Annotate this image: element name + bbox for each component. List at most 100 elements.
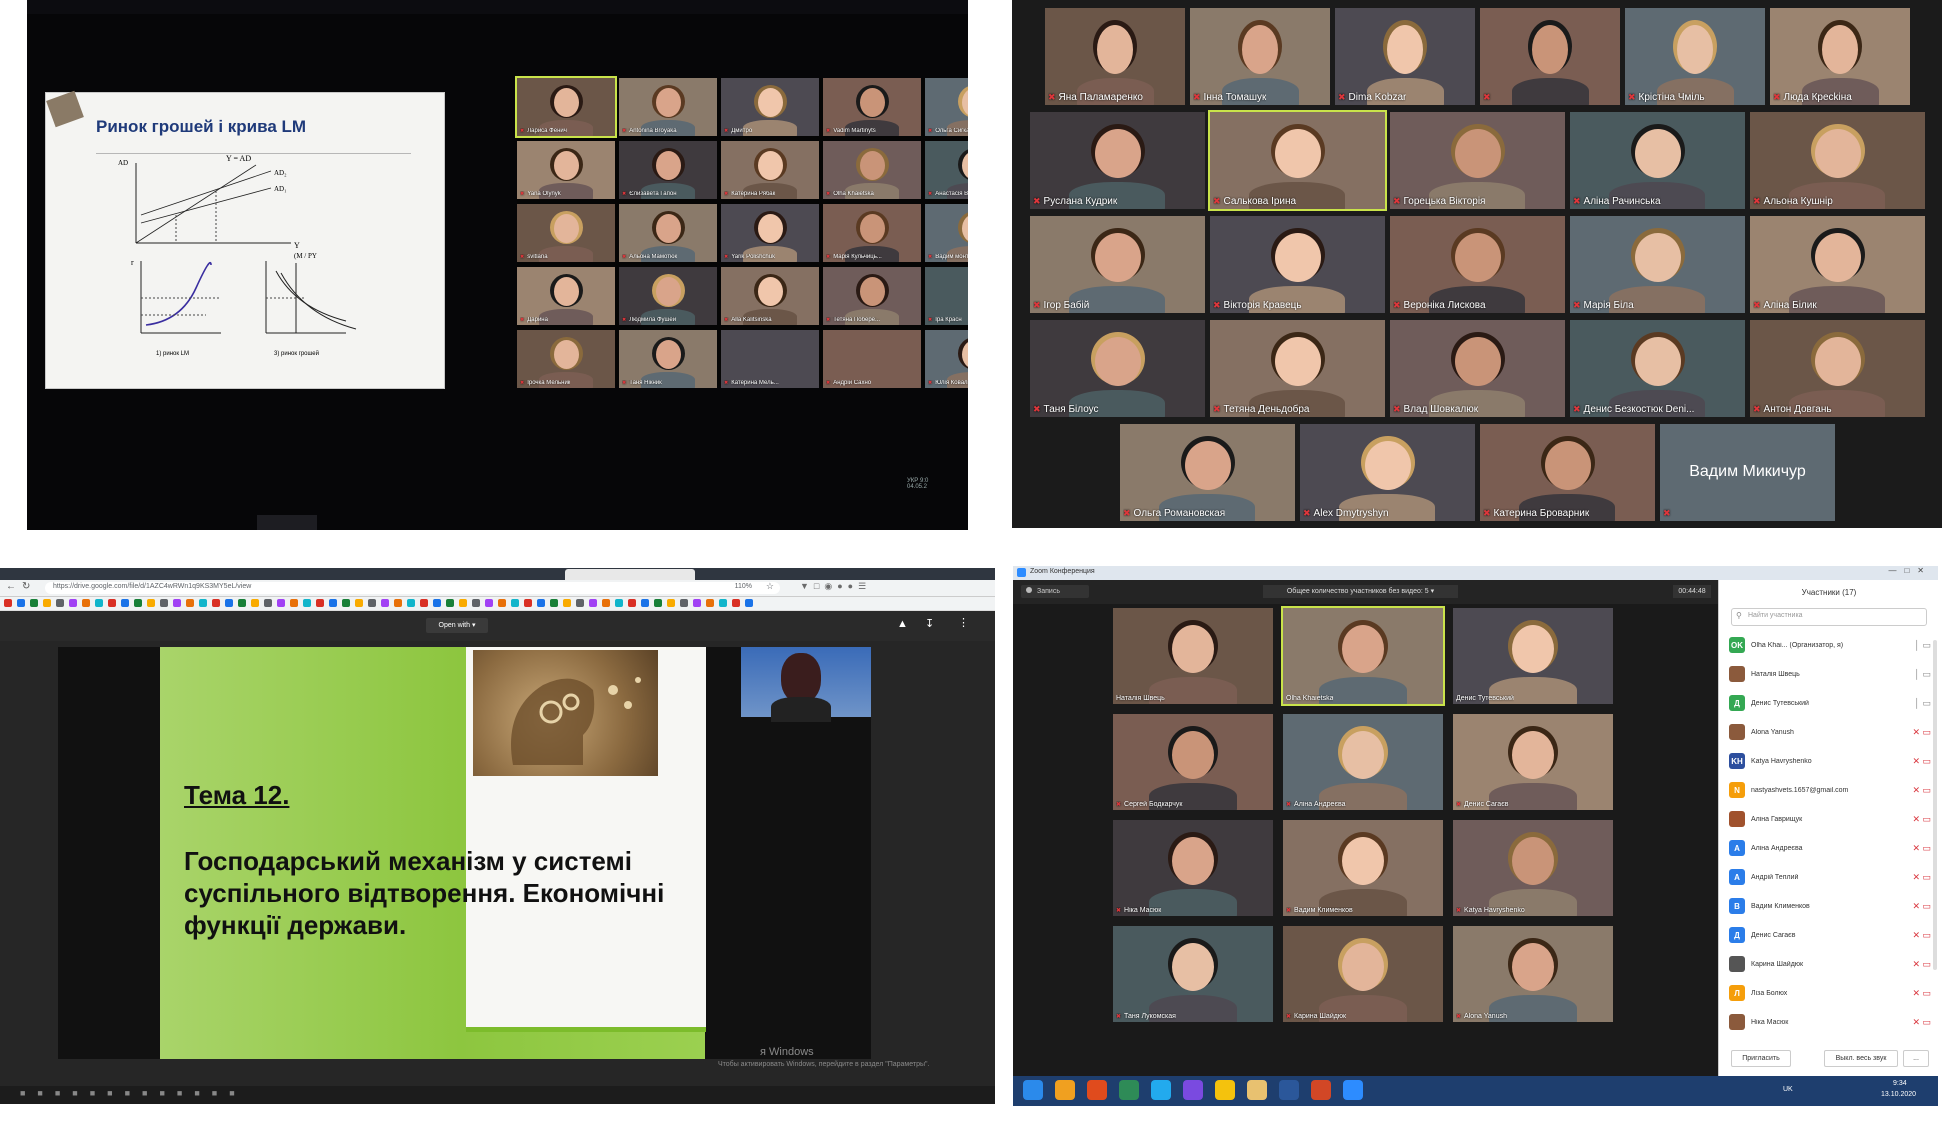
taskbar-app-icon[interactable] [1119,1080,1139,1100]
participant-mic-camera-icons[interactable]: ✕ ▭ [1912,785,1931,796]
participant-mic-camera-icons[interactable]: ✕ ▭ [1912,1017,1931,1028]
participant-mic-camera-icons[interactable]: ✕ ▭ [1912,756,1931,767]
bookmark-favicon-icon[interactable] [498,599,506,607]
bookmark-favicon-icon[interactable] [589,599,597,607]
taskbar-icons[interactable]: ■■■■■■■■■■■■■ [20,1088,247,1098]
bookmark-favicon-icon[interactable] [511,599,519,607]
bookmark-favicon-icon[interactable] [654,599,662,607]
participant-mic-camera-icons[interactable]: ✕ ▭ [1912,843,1931,854]
participant-tile[interactable]: ✖ Катерина Мель... [721,330,819,388]
participant-list-item[interactable]: Л Ліза Болюх ✕ ▭ [1729,982,1931,1004]
participant-mic-camera-icons[interactable]: ✕ ▭ [1912,988,1931,999]
bookmark-favicon-icon[interactable] [238,599,246,607]
bookmark-favicon-icon[interactable] [186,599,194,607]
bookmark-favicon-icon[interactable] [134,599,142,607]
participant-tile[interactable]: ✖ Люда Кресkіна [1770,8,1910,105]
participant-tile[interactable]: Вадим Микичур ✖ [1660,424,1835,521]
participant-list-item[interactable]: KH Katya Havryshenko ✕ ▭ [1729,750,1931,772]
participant-tile[interactable]: ✖Вадим монтора... [925,204,968,262]
taskbar-app-icon[interactable] [1151,1080,1171,1100]
participant-tile[interactable]: ✖ Влад Шовкалюк [1390,320,1565,417]
participant-tile[interactable]: ✖ Катерина Броварник [1480,424,1655,521]
bookmark-favicon-icon[interactable] [17,599,25,607]
bookmark-favicon-icon[interactable] [745,599,753,607]
participant-tile[interactable]: ✖ Лариса Фенич [515,76,617,138]
record-button[interactable]: Запись [1021,585,1089,598]
participant-tile[interactable]: ✖ Салькова Ірина [1208,110,1387,211]
bookmark-favicon-icon[interactable] [173,599,181,607]
bookmark-favicon-icon[interactable] [147,599,155,607]
participant-list-item[interactable]: Alona Yanush ✕ ▭ [1729,721,1931,743]
participant-tile[interactable]: ✖ Дмитро [721,78,819,136]
bookmark-favicon-icon[interactable] [381,599,389,607]
participant-list-item[interactable]: A Андрій Теплий ✕ ▭ [1729,866,1931,888]
participant-tile[interactable]: Olha Khaietska [1281,606,1445,706]
participant-tile[interactable]: ✖ Alex Dmytryshyn [1300,424,1475,521]
participant-tile[interactable]: Денис Тутевський [1453,608,1613,704]
more-vert-icon[interactable]: ⋮ [958,616,969,629]
open-with-button[interactable]: Open with ▾ [426,618,488,633]
bookmark-favicon-icon[interactable] [251,599,259,607]
participant-tile[interactable]: ✖ Аліна Рачинська [1570,112,1745,209]
participant-tile[interactable]: ✖ Андрій Сахно [823,330,921,388]
participant-tile[interactable]: Наталія Швець [1113,608,1273,704]
participant-tile[interactable]: ✖ Ольга Романовская [1120,424,1295,521]
participant-tile[interactable]: ✖Ольга Сигкан [925,78,968,136]
participant-tile[interactable]: ✖ Марія Кульчиць... [823,204,921,262]
address-bar[interactable]: https://drive.google.com/file/d/1AZC4wRW… [45,581,780,594]
participant-tile[interactable]: ✖ Денис Безкостюк Deni... [1570,320,1745,417]
participant-tile[interactable]: ✖ Катерина Рябак [721,141,819,199]
bookmark-favicon-icon[interactable] [563,599,571,607]
participant-tile[interactable]: ✖ Марія Біла [1570,216,1745,313]
bookmark-favicon-icon[interactable] [4,599,12,607]
participant-mic-camera-icons[interactable]: │ ▭ [1914,698,1931,709]
taskbar-app-icon[interactable] [1343,1080,1363,1100]
bookmark-favicon-icon[interactable] [95,599,103,607]
participant-tile[interactable]: ✖Юлія Ковальськ [925,330,968,388]
participant-tile[interactable]: ✖ Dima Kobzar [1335,8,1475,105]
participant-tile[interactable]: ✖ Дарина [517,267,615,325]
participant-tile[interactable]: ✖ Сергей Бодкарчук [1113,714,1273,810]
bookmark-favicon-icon[interactable] [641,599,649,607]
extension-icons[interactable]: ▼□◉●●☰ [800,581,871,592]
participant-tile[interactable]: ✖ Аліна Андреєва [1283,714,1443,810]
participant-list-item[interactable]: Наталія Швець │ ▭ [1729,663,1931,685]
participant-tile[interactable]: ✖ Ірочка Мельник [517,330,615,388]
bookmark-favicon-icon[interactable] [485,599,493,607]
bookmark-favicon-icon[interactable] [628,599,636,607]
bookmark-favicon-icon[interactable] [420,599,428,607]
bookmark-favicon-icon[interactable] [30,599,38,607]
bookmark-favicon-icon[interactable] [719,599,727,607]
participant-tile[interactable]: ✖ Карина Шайдюк [1283,926,1443,1022]
participant-tile[interactable]: ✖Анастасія Волкова [925,141,968,199]
taskbar-app-icon[interactable] [1087,1080,1107,1100]
bookmark-favicon-icon[interactable] [303,599,311,607]
participant-tile[interactable]: ✖ Alla Kalitsinska [721,267,819,325]
participant-list-item[interactable]: Аліна Гаврищук ✕ ▭ [1729,808,1931,830]
participant-list-item[interactable]: A Аліна Андреєва ✕ ▭ [1729,837,1931,859]
participant-search[interactable]: ⚲ Найти участника [1731,608,1927,626]
participant-tile[interactable]: ✖ Руслана Кудрик [1030,112,1205,209]
bookmark-favicon-icon[interactable] [212,599,220,607]
participant-tile[interactable]: ✖ Денис Сагаєв [1453,714,1613,810]
window-controls[interactable]: —□✕ [1888,566,1932,575]
bookmark-favicon-icon[interactable] [706,599,714,607]
bookmark-favicon-icon[interactable] [43,599,51,607]
participant-mic-camera-icons[interactable]: ✕ ▭ [1912,901,1931,912]
bookmark-favicon-icon[interactable] [550,599,558,607]
participant-tile[interactable]: ✖ [1480,8,1620,105]
participant-mic-camera-icons[interactable]: ✕ ▭ [1912,727,1931,738]
bookmark-favicon-icon[interactable] [69,599,77,607]
participant-mic-camera-icons[interactable]: ✕ ▭ [1912,872,1931,883]
bookmark-favicon-icon[interactable] [290,599,298,607]
participant-tile[interactable]: ✖ Olha Khaietska [823,141,921,199]
bookmark-favicon-icon[interactable] [602,599,610,607]
bookmark-favicon-icon[interactable] [56,599,64,607]
taskbar-app-icon[interactable] [1247,1080,1267,1100]
participant-list-item[interactable]: Д Денис Тутевський │ ▭ [1729,692,1931,714]
participants-scrollbar[interactable] [1933,640,1937,970]
invite-button[interactable]: Пригласить [1731,1050,1791,1067]
participant-list-item[interactable]: OK Olha Khai... (Организатор, я) │ ▭ [1729,634,1931,656]
participant-list-item[interactable]: В Вадим Клименков ✕ ▭ [1729,895,1931,917]
bookmark-favicon-icon[interactable] [225,599,233,607]
